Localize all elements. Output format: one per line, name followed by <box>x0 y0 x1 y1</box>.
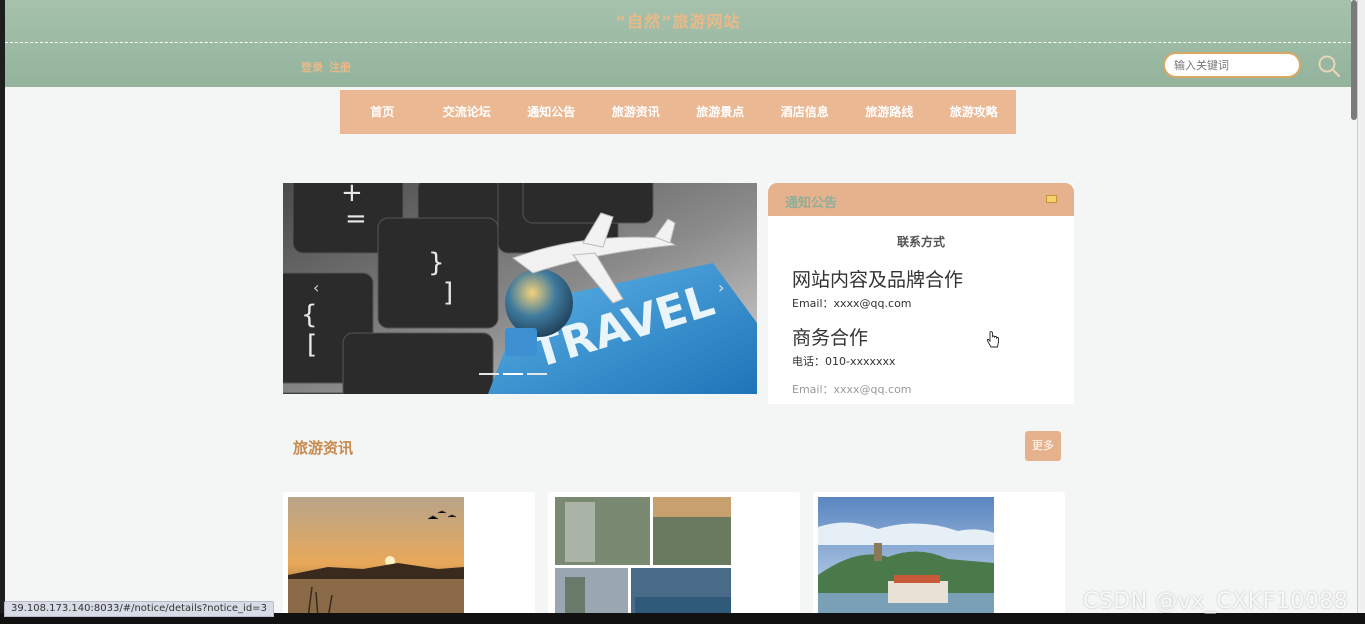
nav-travel-news[interactable]: 旅游资讯 <box>594 90 679 134</box>
more-button[interactable]: 更多 <box>1025 431 1061 461</box>
nav-hotel-info[interactable]: 酒店信息 <box>763 90 848 134</box>
search-input[interactable] <box>1163 52 1301 78</box>
notice-panel-title: 通知公告 <box>785 196 838 211</box>
notice-panel: 通知公告 联系方式 网站内容及品牌合作 Email：xxxx@qq.com 商务… <box>768 183 1074 404</box>
key-glyph: ] <box>443 278 453 308</box>
status-bar-url: 39.108.173.140:8033/#/notice/details?not… <box>4 601 274 617</box>
key-glyph: [ <box>307 330 317 360</box>
window-frame-right <box>1357 0 1365 624</box>
header-divider <box>5 42 1351 43</box>
notice-card-icon <box>1046 195 1057 203</box>
news-card-image <box>555 497 731 618</box>
contact-item-title: 商务合作 <box>792 327 869 349</box>
news-card[interactable] <box>813 492 1065 622</box>
carousel-dot[interactable] <box>479 373 499 375</box>
key-glyph: { <box>301 300 318 330</box>
window-frame-left <box>0 0 5 624</box>
contact-email: Email：xxxx@qq.com <box>792 383 912 396</box>
key-glyph: = <box>345 204 367 234</box>
news-section-title: 旅游资讯 <box>293 439 354 457</box>
contact-email: Email：xxxx@qq.com <box>792 297 912 310</box>
carousel-next-icon[interactable]: › <box>718 278 724 297</box>
scrollbar-thumb[interactable] <box>1351 0 1357 120</box>
site-title: “自然”旅游网站 <box>615 12 741 31</box>
news-card-image <box>818 497 994 618</box>
nav-scenic-spots[interactable]: 旅游景点 <box>678 90 763 134</box>
hand-cursor-icon <box>986 331 999 348</box>
carousel-dot-active[interactable] <box>503 373 523 375</box>
main-nav: 首页 交流论坛 通知公告 旅游资讯 旅游景点 酒店信息 旅游路线 旅游攻略 <box>340 90 1016 134</box>
nav-notice[interactable]: 通知公告 <box>509 90 594 134</box>
contact-item-title: 网站内容及品牌合作 <box>792 269 964 291</box>
carousel-prev-icon[interactable]: ‹ <box>313 278 319 297</box>
nav-travel-guides[interactable]: 旅游攻略 <box>932 90 1017 134</box>
nav-travel-routes[interactable]: 旅游路线 <box>847 90 932 134</box>
register-link[interactable]: 注册 <box>329 61 351 74</box>
banner-carousel[interactable]: + = } ] { [ TRAVEL ‹ › <box>283 183 757 394</box>
search-icon[interactable] <box>1316 54 1342 78</box>
nav-home[interactable]: 首页 <box>340 90 425 134</box>
auth-links: 登录 注册 <box>301 59 357 75</box>
contact-phone: 电话：010-xxxxxxx <box>792 355 896 368</box>
carousel-dot[interactable] <box>527 373 547 375</box>
notice-panel-header: 通知公告 <box>768 183 1074 216</box>
contact-heading: 联系方式 <box>896 235 945 249</box>
key-glyph: } <box>428 248 445 278</box>
banner-image: + = } ] { [ TRAVEL ‹ › <box>283 183 757 394</box>
news-card[interactable] <box>548 492 800 622</box>
nav-forum[interactable]: 交流论坛 <box>425 90 510 134</box>
login-link[interactable]: 登录 <box>301 61 323 74</box>
site-header: “自然”旅游网站 登录 注册 <box>5 0 1351 87</box>
news-card[interactable] <box>283 492 535 622</box>
news-card-image <box>288 497 464 618</box>
watermark: CSDN @vx_CXKF10088 <box>1083 589 1349 614</box>
